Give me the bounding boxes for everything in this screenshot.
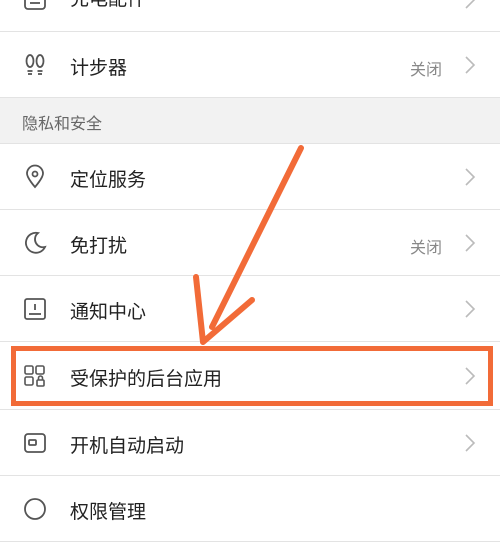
row-value: 关闭 (409, 238, 442, 257)
section-header-privacy-security: 隐私和安全 (0, 98, 500, 144)
row-label: 受保护的后台应用 (70, 368, 223, 390)
row-label: 充电配件 (70, 0, 146, 11)
row-label: 通知中心 (70, 301, 147, 323)
moon-icon (22, 230, 48, 256)
row-protected-background-apps[interactable]: 受保护的后台应用 (0, 342, 500, 410)
location-pin-icon (22, 164, 48, 190)
chevron-right-icon (464, 233, 476, 253)
row-pedometer[interactable]: 计步器 关闭 (0, 32, 500, 98)
power-on-icon (22, 430, 48, 456)
notification-center-icon (22, 296, 48, 322)
chevron-right-icon (464, 366, 476, 386)
chevron-right-icon (464, 433, 476, 453)
charger-icon (22, 0, 48, 12)
chevron-right-icon (464, 299, 476, 319)
footprints-icon (22, 52, 48, 78)
row-value: 关闭 (409, 60, 442, 79)
row-location-service[interactable]: 定位服务 (0, 144, 500, 210)
section-title: 隐私和安全 (22, 114, 103, 133)
protected-apps-icon (22, 363, 48, 389)
chevron-right-icon (464, 0, 476, 10)
row-label: 免打扰 (70, 235, 128, 257)
chevron-right-icon (464, 55, 476, 75)
permission-icon (22, 496, 48, 522)
row-do-not-disturb[interactable]: 免打扰 关闭 (0, 210, 500, 276)
row-label: 计步器 (70, 57, 128, 79)
row-notification-center[interactable]: 通知中心 (0, 276, 500, 342)
row-label: 定位服务 (70, 169, 147, 191)
row-charge-accessory[interactable]: 充电配件 (0, 0, 500, 32)
row-label: 开机自动启动 (70, 435, 185, 457)
row-permission-management[interactable]: 权限管理 (0, 476, 500, 542)
row-auto-start[interactable]: 开机自动启动 (0, 410, 500, 476)
chevron-right-icon (464, 167, 476, 187)
row-label: 权限管理 (70, 501, 147, 523)
